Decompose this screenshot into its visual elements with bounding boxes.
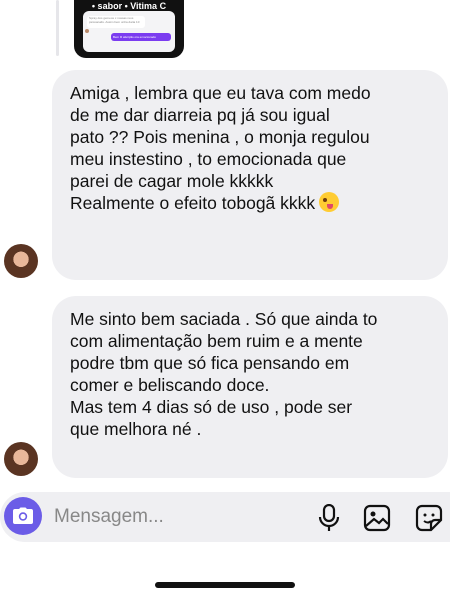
- sticker-icon: [415, 504, 443, 532]
- camera-button[interactable]: [4, 497, 42, 535]
- message-input[interactable]: Mensagem...: [54, 506, 164, 528]
- gallery-button[interactable]: [362, 503, 392, 533]
- message-line: meu instestino , to emocionada que: [70, 149, 347, 169]
- message-line: pato ?? Pois menina , o monja regulou: [70, 127, 370, 147]
- message-line: de me dar diarreia pq já sou igual: [70, 105, 330, 125]
- sticker-button[interactable]: [414, 503, 444, 533]
- message-line: podre tbm que só fica pensando em: [70, 353, 350, 373]
- preview-caption: • sabor • Vitima C: [91, 1, 167, 11]
- message-line: Realmente o efeito tobogã kkkk: [70, 192, 430, 214]
- home-indicator[interactable]: [155, 582, 295, 588]
- message-line: comer e beliscando doce.: [70, 375, 270, 395]
- camera-icon: [13, 507, 33, 524]
- preview-incoming-bubble: Spray dos gemeos x nossas reus psicoanal…: [87, 16, 145, 28]
- message-line: Mas tem 4 dias só de uso , pode ser: [70, 397, 353, 417]
- microphone-icon: [318, 504, 340, 531]
- message-bubble[interactable]: Me sinto bem saciada . Só que ainda to c…: [52, 296, 448, 478]
- message-line: Amiga , lembra que eu tava com medo: [70, 83, 371, 103]
- message-composer: Mensagem...: [0, 492, 450, 542]
- preview-outgoing-bubble: Bem R aferição ora emocionado: [111, 33, 171, 41]
- avatar[interactable]: [4, 442, 38, 476]
- microphone-button[interactable]: [314, 503, 344, 533]
- reply-indicator-line: [56, 0, 59, 56]
- message-line: que melhora né .: [70, 419, 202, 439]
- message-line: Me sinto bem saciada . Só que ainda to: [70, 309, 378, 329]
- zany-face-emoji-icon: [319, 192, 340, 212]
- preview-screen: Spray dos gemeos x nossas reus psicoanal…: [83, 11, 175, 52]
- message-line: com alimentação bem ruim e a mente: [70, 331, 363, 351]
- avatar[interactable]: [4, 244, 38, 278]
- message-line-text: Realmente o efeito tobogã kkkk: [70, 193, 316, 213]
- shared-image-preview[interactable]: • sabor • Vitima C Spray dos gemeos x no…: [74, 0, 184, 58]
- gallery-icon: [363, 504, 391, 532]
- preview-avatar: [85, 29, 89, 33]
- message-line: parei de cagar mole kkkkk: [70, 171, 274, 191]
- message-bubble[interactable]: Amiga , lembra que eu tava com medo de m…: [52, 70, 448, 280]
